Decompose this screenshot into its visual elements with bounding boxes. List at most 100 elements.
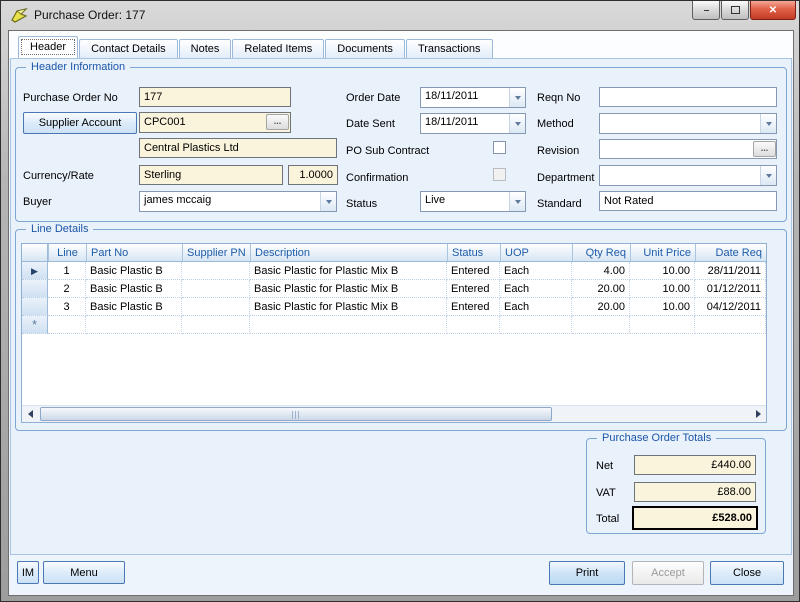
accept-button: Accept <box>632 561 704 585</box>
tab-strip: Header Contact Details Notes Related Ite… <box>18 36 494 58</box>
reqn-no-field[interactable] <box>599 87 777 107</box>
buyer-combo[interactable]: james mccaig <box>139 191 337 212</box>
revision-browse-button[interactable]: ... <box>753 141 776 157</box>
cell-supplier-pn <box>182 280 250 298</box>
currency-field[interactable]: Sterling <box>139 165 283 185</box>
table-row[interactable]: 3 Basic Plastic B Basic Plastic for Plas… <box>22 298 766 316</box>
chevron-down-icon <box>514 121 521 126</box>
status-label: Status <box>346 198 378 210</box>
app-icon <box>11 7 28 23</box>
new-row[interactable]: * <box>22 316 766 334</box>
chevron-down-icon <box>325 199 332 204</box>
cell-description: Basic Plastic for Plastic Mix B <box>250 298 447 316</box>
grid-horizontal-scrollbar[interactable] <box>22 405 766 422</box>
date-sent-dropdown-button[interactable] <box>509 114 525 133</box>
cell-part-no: Basic Plastic B <box>86 280 182 298</box>
grid-header-uop[interactable]: UOP <box>500 244 572 261</box>
purchase-order-no-label: Purchase Order No <box>23 92 118 104</box>
supplier-browse-button[interactable]: ... <box>266 114 289 130</box>
revision-field[interactable] <box>599 139 777 159</box>
chevron-down-icon <box>765 121 772 126</box>
total-label: Total <box>596 513 620 525</box>
scroll-left-button[interactable] <box>22 406 38 423</box>
cell-date-req: 04/12/2011 <box>695 298 766 316</box>
grid-header-date-req[interactable]: Date Req <box>695 244 766 261</box>
cell-date-req: 28/11/2011 <box>695 262 766 280</box>
supplier-name-field[interactable]: Central Plastics Ltd <box>139 138 337 158</box>
grid-header-supplier-pn[interactable]: Supplier PN <box>182 244 250 261</box>
status-combo[interactable]: Live <box>420 191 526 212</box>
buyer-value: james mccaig <box>144 194 212 206</box>
menu-button[interactable]: Menu <box>43 561 125 584</box>
total-field: £528.00 <box>632 506 758 530</box>
standard-field[interactable]: Not Rated <box>599 191 777 211</box>
tab-notes[interactable]: Notes <box>178 39 232 58</box>
tab-header[interactable]: Header <box>18 36 79 58</box>
row-selector[interactable] <box>22 280 48 298</box>
cell-unit-price: 10.00 <box>630 280 695 298</box>
currency-rate-label: Currency/Rate <box>23 170 94 182</box>
tab-contact-details[interactable]: Contact Details <box>79 39 178 58</box>
vat-field: £88.00 <box>634 482 756 502</box>
department-dropdown-button[interactable] <box>760 166 776 185</box>
grid-header-unit-price[interactable]: Unit Price <box>630 244 695 261</box>
chevron-down-icon <box>765 173 772 178</box>
titlebar[interactable]: Purchase Order: 177 – ✕ <box>1 1 799 30</box>
cell-description: Basic Plastic for Plastic Mix B <box>250 262 447 280</box>
cell-empty <box>447 316 500 334</box>
cell-qty-req: 20.00 <box>572 298 630 316</box>
close-form-button[interactable]: Close <box>710 561 784 585</box>
net-field: £440.00 <box>634 455 756 475</box>
close-button[interactable]: ✕ <box>750 1 796 20</box>
minimize-icon: – <box>703 4 709 16</box>
table-row[interactable]: 2 Basic Plastic B Basic Plastic for Plas… <box>22 280 766 298</box>
rate-field[interactable]: 1.0000 <box>288 165 338 185</box>
scroll-right-button[interactable] <box>750 406 766 423</box>
minimize-button[interactable]: – <box>692 1 720 20</box>
scroll-left-icon <box>27 410 33 418</box>
grid-header-description[interactable]: Description <box>250 244 447 261</box>
grid-header-line[interactable]: Line <box>48 244 86 261</box>
order-date-picker[interactable]: 18/11/2011 <box>420 87 526 108</box>
maximize-button[interactable] <box>721 1 749 20</box>
tab-documents[interactable]: Documents <box>325 39 405 58</box>
grid-header-part-no[interactable]: Part No <box>86 244 182 261</box>
tab-related-items[interactable]: Related Items <box>232 39 325 58</box>
table-row[interactable]: ▶ 1 Basic Plastic B Basic Plastic for Pl… <box>22 262 766 280</box>
cell-line: 3 <box>48 298 86 316</box>
department-value <box>600 166 760 185</box>
grid-header-row: Line Part No Supplier PN Description Sta… <box>22 244 766 262</box>
method-value <box>600 114 760 133</box>
method-dropdown-button[interactable] <box>760 114 776 133</box>
confirmation-checkbox <box>493 168 506 181</box>
standard-label: Standard <box>537 198 582 210</box>
po-sub-contract-checkbox[interactable] <box>493 141 506 154</box>
supplier-account-button[interactable]: Supplier Account <box>23 112 137 134</box>
status-dropdown-button[interactable] <box>509 192 525 211</box>
cell-uop: Each <box>500 280 572 298</box>
order-date-dropdown-button[interactable] <box>509 88 525 107</box>
scrollbar-track[interactable] <box>38 406 750 423</box>
grid-header-qty-req[interactable]: Qty Req <box>572 244 630 261</box>
line-details-grid: Line Part No Supplier PN Description Sta… <box>21 243 767 423</box>
buyer-label: Buyer <box>23 196 52 208</box>
print-button[interactable]: Print <box>549 561 625 585</box>
purchase-order-no-field[interactable]: 177 <box>139 87 291 107</box>
po-sub-contract-label: PO Sub Contract <box>346 145 430 157</box>
row-selector[interactable] <box>22 298 48 316</box>
cell-empty <box>500 316 572 334</box>
cell-status: Entered <box>447 262 500 280</box>
date-sent-picker[interactable]: 18/11/2011 <box>420 113 526 134</box>
tab-transactions[interactable]: Transactions <box>405 39 493 58</box>
cell-line: 2 <box>48 280 86 298</box>
cell-empty <box>48 316 86 334</box>
im-button[interactable]: IM <box>17 561 39 584</box>
cell-part-no: Basic Plastic B <box>86 298 182 316</box>
method-combo[interactable] <box>599 113 777 134</box>
department-combo[interactable] <box>599 165 777 186</box>
row-selector-current[interactable]: ▶ <box>22 262 48 280</box>
buyer-dropdown-button[interactable] <box>320 192 336 211</box>
grid-header-status[interactable]: Status <box>447 244 500 261</box>
new-row-selector[interactable]: * <box>22 316 48 334</box>
scrollbar-thumb[interactable] <box>40 406 552 421</box>
